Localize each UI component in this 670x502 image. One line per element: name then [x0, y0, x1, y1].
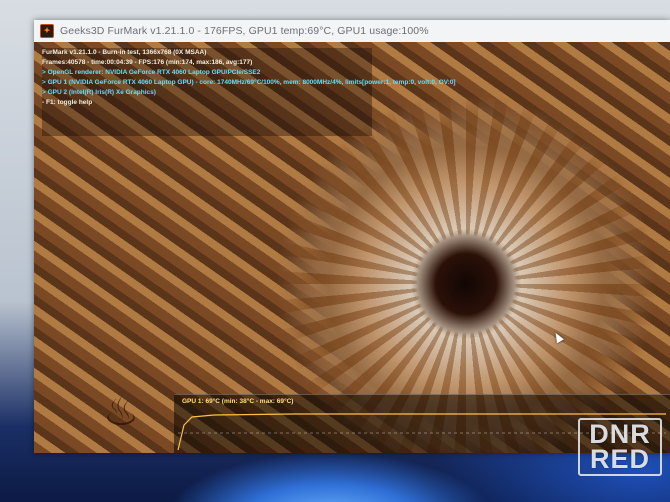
hud-line-gpu2: > GPU 2 (Intel(R) Iris(R) Xe Graphics): [42, 89, 156, 96]
furmark-logo-icon: ♨: [103, 390, 139, 434]
watermark-logo: DNR RED: [578, 418, 662, 476]
watermark-line2: RED: [589, 444, 650, 474]
hud-line-renderer: > OpenGL renderer: NVIDIA GeForce RTX 40…: [42, 69, 261, 76]
render-viewport[interactable]: FurMark v1.21.1.0 - Burn-in test, 1366x7…: [34, 42, 670, 453]
hud-line-help: - F1: toggle help: [42, 99, 93, 106]
hud-line-frames: Frames:40578 - time:00:04:39 - FPS:176 (…: [42, 59, 253, 66]
furmark-window[interactable]: ✦ Geeks3D FurMark v1.21.1.0 - 176FPS, GP…: [34, 20, 670, 453]
hud-line-gpu1: > GPU 1 (NVIDIA GeForce RTX 4060 Laptop …: [42, 79, 456, 86]
hud-overlay: FurMark v1.21.1.0 - Burn-in test, 1366x7…: [42, 48, 456, 136]
window-title: Geeks3D FurMark v1.21.1.0 - 176FPS, GPU1…: [60, 25, 429, 37]
furmark-icon[interactable]: ✦: [40, 24, 54, 38]
hud-line-title: FurMark v1.21.1.0 - Burn-in test, 1366x7…: [42, 49, 207, 56]
window-titlebar[interactable]: ✦ Geeks3D FurMark v1.21.1.0 - 176FPS, GP…: [34, 20, 670, 42]
